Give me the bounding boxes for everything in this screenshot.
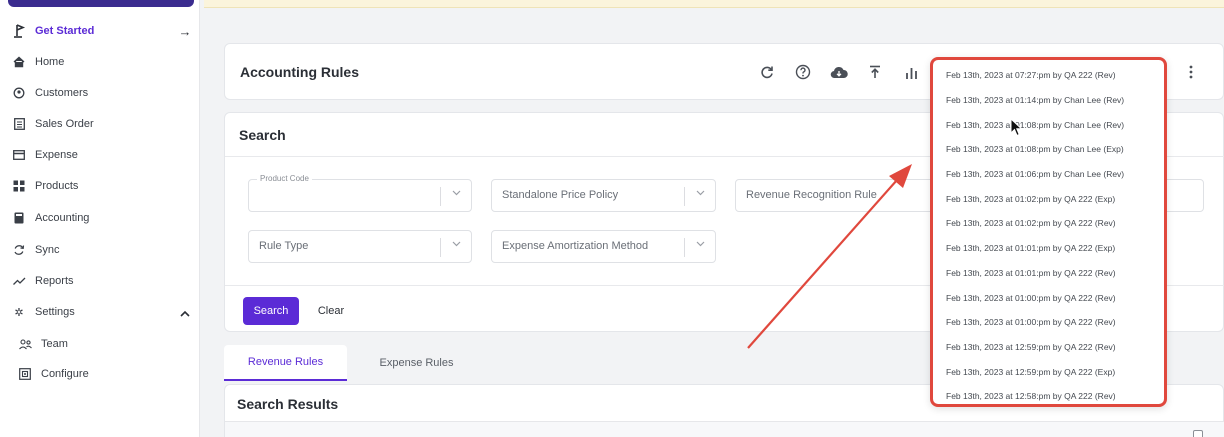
expense-amortization-method-placeholder: Expense Amortization Method — [502, 240, 649, 252]
sidebar-item-label: Team — [41, 338, 68, 350]
sidebar-item-settings[interactable]: ✲ Settings — [12, 301, 192, 323]
sidebar-item-configure[interactable]: Configure — [18, 363, 188, 385]
version-history-item[interactable]: Feb 13th, 2023 at 07:27:pm by QA 222 (Re… — [933, 63, 1164, 88]
notice-banner — [204, 0, 1224, 8]
clear-button[interactable]: Clear — [309, 297, 353, 325]
sidebar-item-label: Settings — [35, 306, 75, 318]
sidebar-item-customers[interactable]: Customers — [12, 82, 192, 104]
sidebar-item-sync[interactable]: Sync — [12, 239, 192, 261]
home-icon — [12, 55, 26, 69]
sidebar-item-label: Products — [35, 180, 79, 192]
sidebar-top-bar[interactable] — [8, 0, 194, 7]
sidebar-item-label: Sales Order — [35, 118, 94, 130]
divider — [684, 238, 685, 257]
search-button[interactable]: Search — [243, 297, 299, 325]
rule-type-placeholder: Rule Type — [259, 240, 309, 252]
products-icon — [12, 179, 26, 193]
version-history-item[interactable]: Feb 13th, 2023 at 12:58:pm by QA 222 (Re… — [933, 384, 1164, 409]
sidebar-item-reports[interactable]: Reports — [12, 270, 192, 292]
configure-icon — [18, 367, 32, 381]
upload-icon[interactable] — [857, 62, 893, 82]
sidebar-item-label: Home — [35, 56, 65, 68]
version-history-item[interactable]: Feb 13th, 2023 at 01:00:pm by QA 222 (Re… — [933, 310, 1164, 335]
version-history-item[interactable]: Feb 13th, 2023 at 01:02:pm by QA 222 (Ex… — [933, 186, 1164, 211]
reports-icon — [12, 274, 26, 288]
sidebar-item-label: Accounting — [35, 212, 90, 224]
rule-type-select[interactable]: Rule Type — [248, 230, 472, 263]
version-history-item[interactable]: Feb 13th, 2023 at 12:59:pm by QA 222 (Re… — [933, 335, 1164, 360]
chevron-down-icon — [696, 188, 705, 199]
team-icon — [18, 337, 32, 351]
sidebar-item-accounting[interactable]: Accounting — [12, 207, 192, 229]
accounting-icon — [12, 211, 26, 225]
sidebar: Get Started → Home Customers Sales Order… — [0, 0, 200, 437]
version-history-item[interactable]: Feb 13th, 2023 at 01:08:pm by Chan Lee (… — [933, 137, 1164, 162]
sales-order-icon — [12, 117, 26, 131]
golf-flag-icon — [12, 24, 26, 38]
tab-revenue-rules[interactable]: Revenue Rules — [224, 345, 347, 381]
refresh-icon[interactable] — [749, 62, 785, 82]
version-history-item[interactable]: Feb 13th, 2023 at 01:06:pm by Chan Lee (… — [933, 162, 1164, 187]
select-all-checkbox[interactable] — [1193, 430, 1203, 437]
sidebar-item-team[interactable]: Team — [18, 333, 188, 355]
version-history-item[interactable]: Feb 13th, 2023 at 01:01:pm by QA 222 (Ex… — [933, 236, 1164, 261]
standalone-price-policy-placeholder: Standalone Price Policy — [502, 189, 619, 201]
revenue-recognition-rule-placeholder: Revenue Recognition Rule — [746, 189, 877, 201]
arrow-right-icon: → — [178, 23, 192, 39]
sidebar-item-label: Reports — [35, 275, 74, 287]
sidebar-item-sales-order[interactable]: Sales Order — [12, 113, 192, 135]
divider — [684, 187, 685, 206]
results-table-header — [225, 421, 1224, 437]
bar-chart-icon[interactable] — [893, 62, 929, 82]
sidebar-item-label: Customers — [35, 87, 89, 99]
sidebar-item-expense[interactable]: Expense — [12, 144, 192, 166]
sidebar-item-products[interactable]: Products — [12, 175, 192, 197]
toolbar — [749, 62, 929, 82]
cloud-download-icon[interactable] — [821, 62, 857, 82]
customers-icon — [12, 86, 26, 100]
search-results-title: Search Results — [237, 396, 339, 412]
sync-icon — [12, 243, 26, 257]
mouse-cursor-icon — [1010, 118, 1023, 137]
product-code-label: Product Code — [257, 174, 312, 183]
sidebar-item-label: Sync — [35, 244, 60, 256]
sidebar-item-label: Configure — [41, 368, 89, 380]
divider — [440, 187, 441, 206]
version-history-item[interactable]: Feb 13th, 2023 at 01:00:pm by QA 222 (Re… — [933, 285, 1164, 310]
divider — [440, 238, 441, 257]
sidebar-item-home[interactable]: Home — [12, 51, 192, 73]
version-history-item[interactable]: Feb 13th, 2023 at 01:01:pm by QA 222 (Re… — [933, 261, 1164, 286]
product-code-select[interactable]: Product Code — [248, 174, 472, 212]
search-title: Search — [239, 127, 286, 143]
version-history-item[interactable]: Feb 13th, 2023 at 12:59:pm by QA 222 (Ex… — [933, 359, 1164, 384]
version-history-dropdown: Feb 13th, 2023 at 07:27:pm by QA 222 (Re… — [930, 57, 1167, 407]
standalone-price-policy-select[interactable]: Standalone Price Policy — [491, 179, 716, 212]
page-title: Accounting Rules — [240, 64, 360, 80]
chevron-down-icon — [452, 188, 461, 199]
chevron-up-icon — [178, 305, 192, 320]
sidebar-item-get-started[interactable]: Get Started → — [12, 20, 192, 42]
more-options-icon[interactable] — [1183, 62, 1199, 82]
version-history-item[interactable]: Feb 13th, 2023 at 01:08:pm by Chan Lee (… — [933, 112, 1164, 137]
version-history-item[interactable]: Feb 13th, 2023 at 01:14:pm by Chan Lee (… — [933, 88, 1164, 113]
expense-amortization-method-select[interactable]: Expense Amortization Method — [491, 230, 716, 263]
gear-icon: ✲ — [14, 306, 24, 319]
expense-icon — [12, 148, 26, 162]
help-icon[interactable] — [785, 62, 821, 82]
chevron-down-icon — [696, 239, 705, 250]
tab-expense-rules[interactable]: Expense Rules — [359, 345, 474, 381]
version-history-item[interactable]: Feb 13th, 2023 at 01:02:pm by QA 222 (Re… — [933, 211, 1164, 236]
chevron-down-icon — [452, 239, 461, 250]
sidebar-item-label: Get Started — [35, 25, 95, 37]
sidebar-item-label: Expense — [35, 149, 78, 161]
